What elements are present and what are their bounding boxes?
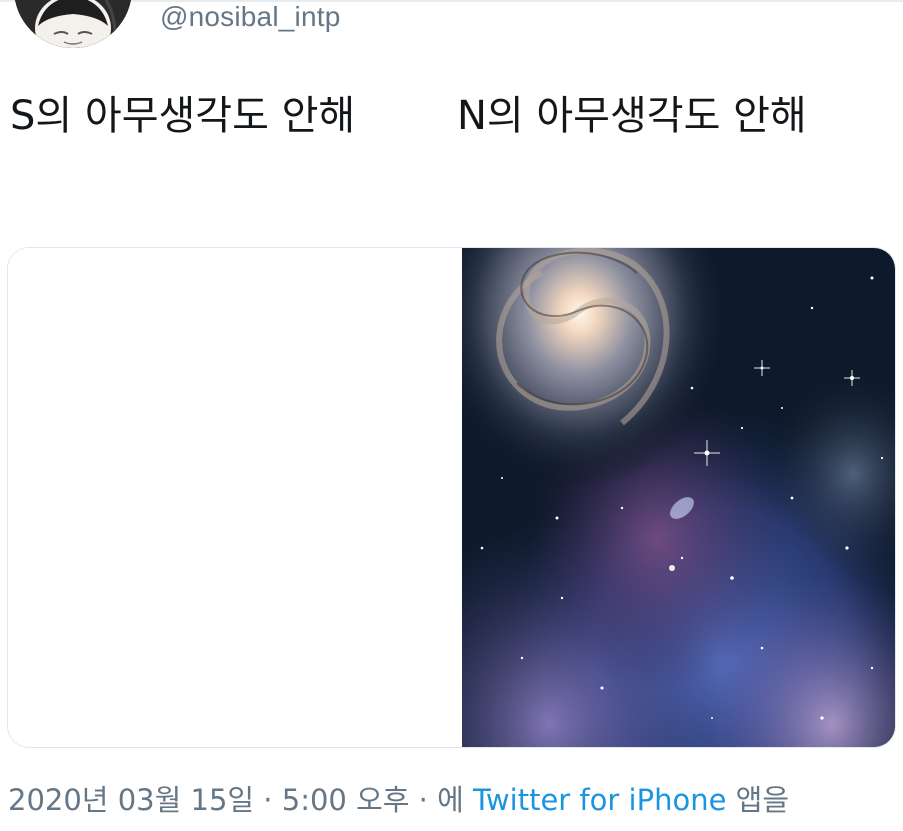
tweet-time[interactable]: 5:00 오후	[282, 783, 410, 817]
via-prefix: 에	[437, 783, 474, 817]
media-image-galaxy[interactable]	[462, 248, 895, 747]
meta-separator: ·	[409, 783, 438, 817]
tweet-meta: 2020년 03월 15일 · 5:00 오후 · 에 Twitter for …	[8, 780, 789, 820]
tweet-media[interactable]	[7, 247, 896, 748]
source-app-link[interactable]: Twitter for iPhone	[473, 783, 726, 817]
galaxy-illustration	[462, 248, 895, 747]
avatar-illustration	[14, 0, 132, 48]
tweet-date[interactable]: 2020년 03월 15일	[8, 783, 254, 817]
author-handle[interactable]: @nosibal_intp	[160, 0, 340, 34]
top-divider	[0, 0, 903, 2]
media-divider	[444, 248, 462, 747]
via-suffix: 앱을	[726, 783, 790, 817]
meta-separator: ·	[254, 783, 282, 817]
avatar[interactable]	[14, 0, 132, 48]
tweet-text: S의 아무생각도 안해 N의 아무생각도 안해	[10, 93, 807, 139]
media-image-blank[interactable]	[8, 248, 444, 747]
